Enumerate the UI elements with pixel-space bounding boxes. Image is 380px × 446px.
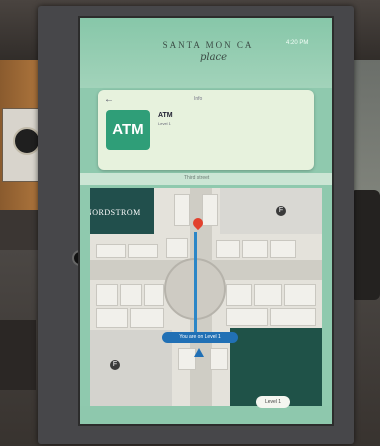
anchor-store-label: NORDSTROM bbox=[90, 208, 141, 217]
bench-left bbox=[0, 320, 36, 390]
clock: 4:20 PM bbox=[286, 40, 309, 46]
anchor-store-bottom-left[interactable]: F bbox=[90, 330, 172, 406]
map-header-label: Third street bbox=[184, 175, 210, 181]
level-selector[interactable]: Level 1 bbox=[256, 396, 290, 408]
kiosk-screen: SANTA MON CA place 4:20 PM ← Info ATM AT… bbox=[78, 16, 334, 426]
mall-brand-script: place bbox=[200, 52, 228, 63]
shop[interactable] bbox=[144, 284, 164, 306]
shop[interactable] bbox=[226, 308, 268, 326]
shop[interactable] bbox=[210, 348, 228, 370]
screen-header: SANTA MON CA place 4:20 PM bbox=[80, 18, 332, 88]
shop[interactable] bbox=[270, 240, 296, 258]
shop[interactable] bbox=[130, 308, 164, 328]
card-category: Info bbox=[194, 96, 203, 102]
shop[interactable] bbox=[226, 284, 252, 306]
anchor-store-right[interactable]: F bbox=[220, 188, 322, 234]
food-court-icon: F bbox=[276, 206, 286, 216]
shop[interactable] bbox=[96, 244, 126, 258]
shop[interactable] bbox=[216, 240, 240, 258]
mall-brand: SANTA MON CA bbox=[162, 40, 254, 50]
shop[interactable] bbox=[284, 284, 316, 306]
mall-map[interactable]: NORDSTROM F F You are on Level 1 bbox=[90, 188, 322, 406]
shop[interactable] bbox=[202, 194, 218, 226]
bench-right bbox=[350, 190, 380, 300]
shop[interactable] bbox=[96, 308, 128, 328]
shop[interactable] bbox=[254, 284, 282, 306]
food-court-icon: F bbox=[110, 360, 120, 370]
destination-card[interactable]: ← Info ATM ATM Level 1 bbox=[98, 90, 314, 170]
shop[interactable] bbox=[270, 308, 316, 326]
back-arrow-icon[interactable]: ← bbox=[104, 94, 114, 105]
anchor-store-nordstrom[interactable]: NORDSTROM bbox=[90, 188, 154, 234]
card-title: ATM bbox=[158, 112, 173, 119]
anchor-store-bottom-right[interactable] bbox=[230, 328, 322, 406]
card-subtitle: Level 1 bbox=[158, 121, 171, 126]
shop[interactable] bbox=[166, 238, 188, 258]
route-line bbox=[194, 232, 197, 332]
watch-icon bbox=[13, 127, 41, 155]
shop[interactable] bbox=[120, 284, 142, 306]
bottom-band bbox=[80, 406, 332, 424]
you-are-here-label: You are on Level 1 bbox=[162, 332, 238, 343]
shop[interactable] bbox=[128, 244, 158, 258]
shop[interactable] bbox=[174, 194, 190, 226]
shop[interactable] bbox=[96, 284, 118, 306]
atm-tile: ATM bbox=[106, 110, 150, 150]
shop[interactable] bbox=[242, 240, 268, 258]
current-location-icon bbox=[194, 348, 204, 357]
